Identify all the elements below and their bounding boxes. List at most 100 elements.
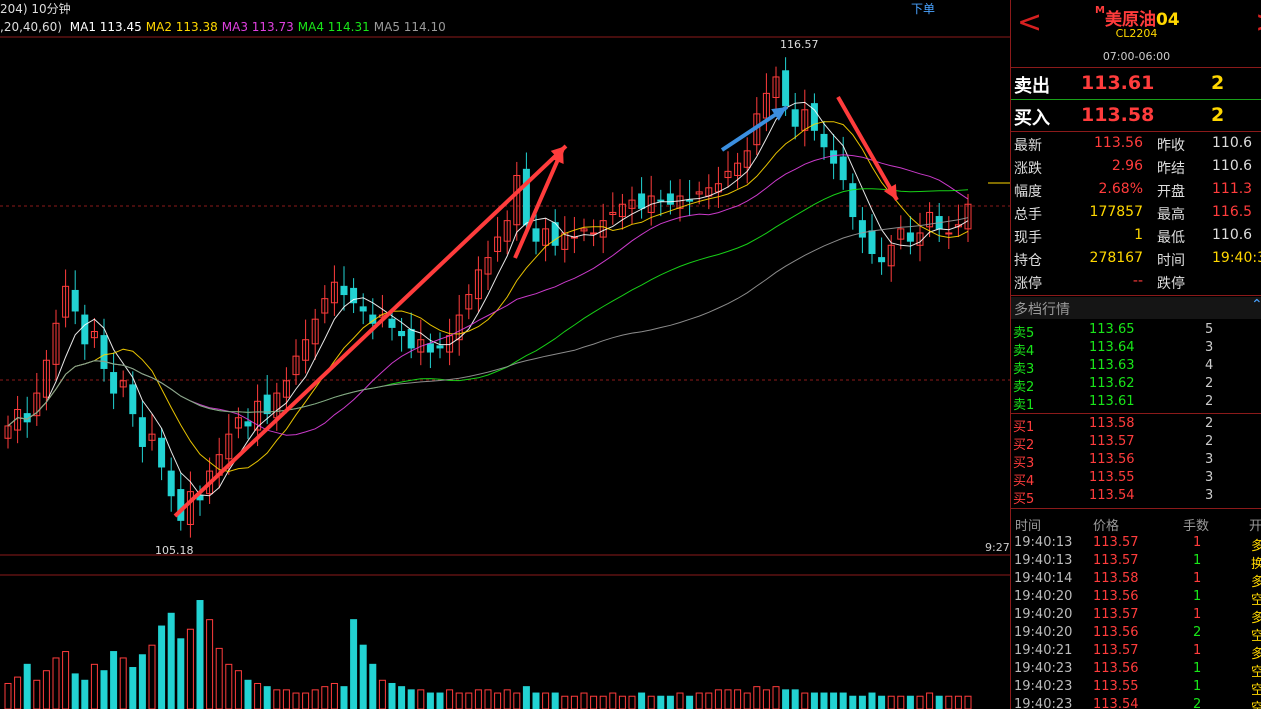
volume-bar [119,657,127,709]
volume-bar [71,673,79,709]
tick-time: 19:40:23 [1014,679,1073,694]
candle-body [244,421,252,427]
depth-volume: 3 [1205,470,1214,485]
stat-label: 持仓 [1014,253,1042,269]
volume-bar [311,689,319,709]
volume-bar [378,679,386,709]
volume-bar [446,689,454,709]
stat-value: 111.3 [1212,181,1253,197]
volume-bar [465,692,473,709]
ma-legend-ma4: MA4 114.31 [297,20,370,34]
candle-body [398,331,406,337]
candle-body [263,394,271,415]
depth-level[interactable]: 买5 113.54 3 [1011,487,1261,507]
candle-body [830,150,838,164]
tick-price: 113.56 [1093,661,1139,676]
volume-bar [100,670,108,709]
order-link[interactable]: 下单 [911,0,935,17]
tick-price: 113.54 [1093,697,1139,709]
depth-level[interactable]: 买1 113.58 2 [1011,415,1261,435]
volume-bar [292,692,300,709]
tick-qty: 1 [1193,643,1202,658]
ticks-header-price: 价格 [1093,519,1120,534]
depth-volume: 3 [1205,340,1214,355]
tick-price: 113.56 [1093,589,1139,604]
volume-bar [129,667,137,709]
candle-body [532,228,540,242]
tick-time: 19:40:20 [1014,607,1073,622]
stat-value: 1 [1134,227,1143,243]
tick-list[interactable]: 19:40:13113.571多19:40:13113.571换19:40:14… [1011,534,1261,709]
volume-bar [23,663,31,709]
tick-row: 19:40:23113.551空 [1011,678,1261,698]
depth-level[interactable]: 卖1 113.61 2 [1011,393,1261,413]
chart-panel[interactable]: 116.57 105.18 9:27 ,20,40,60) MA1 113.45 MA… [0,0,1010,709]
candle-body [522,168,530,226]
depth-level[interactable]: 买2 113.57 2 [1011,433,1261,453]
candle-body [849,183,857,218]
depth-level[interactable]: 卖5 113.65 5 [1011,321,1261,341]
collapse-icon[interactable]: ⌃ [1251,297,1261,313]
volume-bar [791,689,799,709]
bid-levels: 买1 113.58 2 买2 113.57 2 买3 113.56 3 买4 113.55 3 买5 11… [1011,415,1261,507]
depth-level[interactable]: 卖4 113.64 3 [1011,339,1261,359]
depth-price: 113.55 [1089,470,1135,485]
volume-bar [254,682,262,709]
volume-bar [398,686,406,709]
volume-bar [666,695,674,709]
depth-level[interactable]: 卖3 113.63 4 [1011,357,1261,377]
tick-time: 19:40:23 [1014,661,1073,676]
tick-row: 19:40:14113.581多 [1011,570,1261,590]
depth-volume: 2 [1205,394,1214,409]
tick-row: 19:40:13113.571多 [1011,534,1261,554]
candle-body [945,232,953,235]
volume-bar [407,689,415,709]
candle-body [177,489,185,521]
volume-bar [858,695,866,709]
volume-bar [868,692,876,709]
tick-qty: 1 [1193,679,1202,694]
tick-qty: 2 [1193,697,1202,709]
volume-bar [772,686,780,709]
ticks-header-qty: 手数 [1183,519,1210,534]
trend-arrow [836,96,899,201]
candle-body [436,345,444,349]
candle-body [657,199,665,202]
volume-bar [282,689,290,709]
volume-bar [609,692,617,709]
depth-level[interactable]: 卖2 113.62 2 [1011,375,1261,395]
candle-body [782,70,790,107]
depth-volume: 5 [1205,322,1214,337]
volume-bar [820,692,828,709]
volume-bar [215,647,223,709]
sell-price: 113.61 [1081,72,1155,94]
volume-bar [724,689,732,709]
depth-level[interactable]: 买3 113.56 3 [1011,451,1261,471]
depth-price: 113.58 [1089,416,1135,431]
volume-bar [618,695,626,709]
volume-bar [42,670,50,709]
ticks-header-open: 开 [1249,519,1261,534]
tick-price: 113.57 [1093,535,1139,550]
volume-bar [743,692,751,709]
stat-value: 278167 [1089,250,1143,266]
tick-qty: 1 [1193,535,1202,550]
volume-bar [580,692,588,709]
volume-bar [167,612,175,709]
ma-legend-ma1: MA1 113.45 [69,20,142,34]
stat-label: 最新 [1014,138,1042,154]
candle-body [167,470,175,497]
indicator-params: ,20,40,60) [0,20,62,34]
candle-body [666,193,674,205]
volume-bar [522,686,530,709]
tick-row: 19:40:20113.561空 [1011,588,1261,608]
sell-row[interactable]: 卖出 113.61 2 [1011,68,1261,99]
candlestick-chart[interactable]: 116.57 105.18 9:27 [0,0,1010,709]
candle-body [426,343,434,353]
volume-bar [906,695,914,709]
depth-header[interactable]: 多档行情 ⌃ [1011,297,1261,319]
candle-body [129,384,137,415]
buy-row[interactable]: 买入 113.58 2 [1011,100,1261,131]
volume-bar [52,657,60,709]
depth-level[interactable]: 买4 113.55 3 [1011,469,1261,489]
